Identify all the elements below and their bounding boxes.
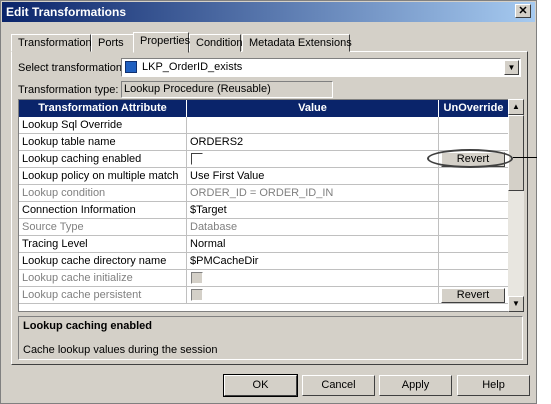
dialog-title: Edit Transformations [2,2,535,22]
cache-persistent-checkbox [191,289,203,301]
value-cell [187,270,439,287]
select-transformation-label: Select transformation: [18,62,125,74]
transformation-type-label: Transformation type: [18,84,119,96]
scroll-up-icon[interactable]: ▲ [508,99,524,115]
value-cell[interactable]: $Target [187,202,439,219]
unoverride-cell: Revert [439,287,508,304]
edit-transformations-dialog: Edit Transformations ✕ Transformation Po… [0,0,537,404]
tab-condition[interactable]: Condition [189,34,242,52]
scroll-down-icon[interactable]: ▼ [508,296,524,312]
table-row[interactable]: Source Type Database [19,219,508,236]
apply-button[interactable]: Apply [379,375,452,396]
unoverride-cell [439,117,508,134]
unoverride-cell [439,168,508,185]
unoverride-cell [439,236,508,253]
attribute-description: Lookup caching enabled Cache lookup valu… [18,316,523,360]
scroll-thumb[interactable] [508,115,524,191]
attribute-cell: Lookup caching enabled [19,151,187,168]
value-cell: ORDER_ID = ORDER_ID_IN [187,185,439,202]
attribute-cell: Lookup condition [19,185,187,202]
table-row[interactable]: Lookup cache persistent Revert [19,287,508,304]
header-attribute: Transformation Attribute [19,100,187,117]
value-cell[interactable]: Use First Value [187,168,439,185]
select-transformation-dropdown[interactable]: LKP_OrderID_exists ▼ [121,58,521,77]
value-cell[interactable] [187,117,439,134]
attribute-cell: Connection Information [19,202,187,219]
tab-properties[interactable]: Properties [133,32,190,53]
unoverride-cell [439,253,508,270]
attribute-cell: Lookup cache directory name [19,253,187,270]
value-cell[interactable]: Normal [187,236,439,253]
ok-button[interactable]: OK [223,374,298,397]
table-row[interactable]: Lookup cache directory name $PMCacheDir [19,253,508,270]
table-row[interactable]: Lookup policy on multiple match Use Firs… [19,168,508,185]
table-row[interactable]: Connection Information $Target [19,202,508,219]
header-unoverride: UnOverride [439,100,508,117]
table-row[interactable]: Lookup condition ORDER_ID = ORDER_ID_IN [19,185,508,202]
close-icon[interactable]: ✕ [515,4,531,18]
attribute-cell: Lookup cache initialize [19,270,187,287]
lookup-transformation-icon [125,61,137,73]
value-cell[interactable]: $PMCacheDir [187,253,439,270]
value-cell [187,151,439,168]
revert-button[interactable]: Revert [441,288,505,303]
attribute-cell: Lookup policy on multiple match [19,168,187,185]
tab-transformation[interactable]: Transformation [11,34,92,52]
value-cell: Database [187,219,439,236]
callout-line [513,157,537,158]
description-title: Lookup caching enabled [23,320,152,332]
table-row[interactable]: Lookup Sql Override [19,117,508,134]
unoverride-cell [439,270,508,287]
header-value: Value [187,100,439,117]
lookup-caching-checkbox[interactable] [191,153,203,165]
tab-metadata-extensions[interactable]: Metadata Extensions [242,34,352,52]
properties-grid: Transformation Attribute Value UnOverrid… [18,99,509,312]
transformation-type-value: Lookup Procedure (Reusable) [121,81,333,98]
attribute-cell: Lookup table name [19,134,187,151]
attribute-cell: Lookup Sql Override [19,117,187,134]
tab-ports[interactable]: Ports [91,34,135,52]
unoverride-cell [439,202,508,219]
attribute-cell: Lookup cache persistent [19,287,187,304]
unoverride-cell [439,185,508,202]
chevron-down-icon[interactable]: ▼ [504,60,519,75]
value-cell[interactable]: ORDERS2 [187,134,439,151]
vertical-scrollbar[interactable]: ▲ ▼ [508,99,524,312]
help-button[interactable]: Help [457,375,530,396]
cancel-button[interactable]: Cancel [302,375,375,396]
table-row[interactable]: Lookup cache initialize [19,270,508,287]
value-cell [187,287,439,304]
unoverride-cell [439,219,508,236]
attribute-cell: Tracing Level [19,236,187,253]
description-text: Cache lookup values during the session [23,344,218,356]
cache-initialize-checkbox [191,272,203,284]
table-row[interactable]: Lookup table name ORDERS2 [19,134,508,151]
attribute-cell: Source Type [19,219,187,236]
select-transformation-value: LKP_OrderID_exists [142,61,243,73]
table-row[interactable]: Tracing Level Normal [19,236,508,253]
highlight-ellipse [427,149,513,168]
